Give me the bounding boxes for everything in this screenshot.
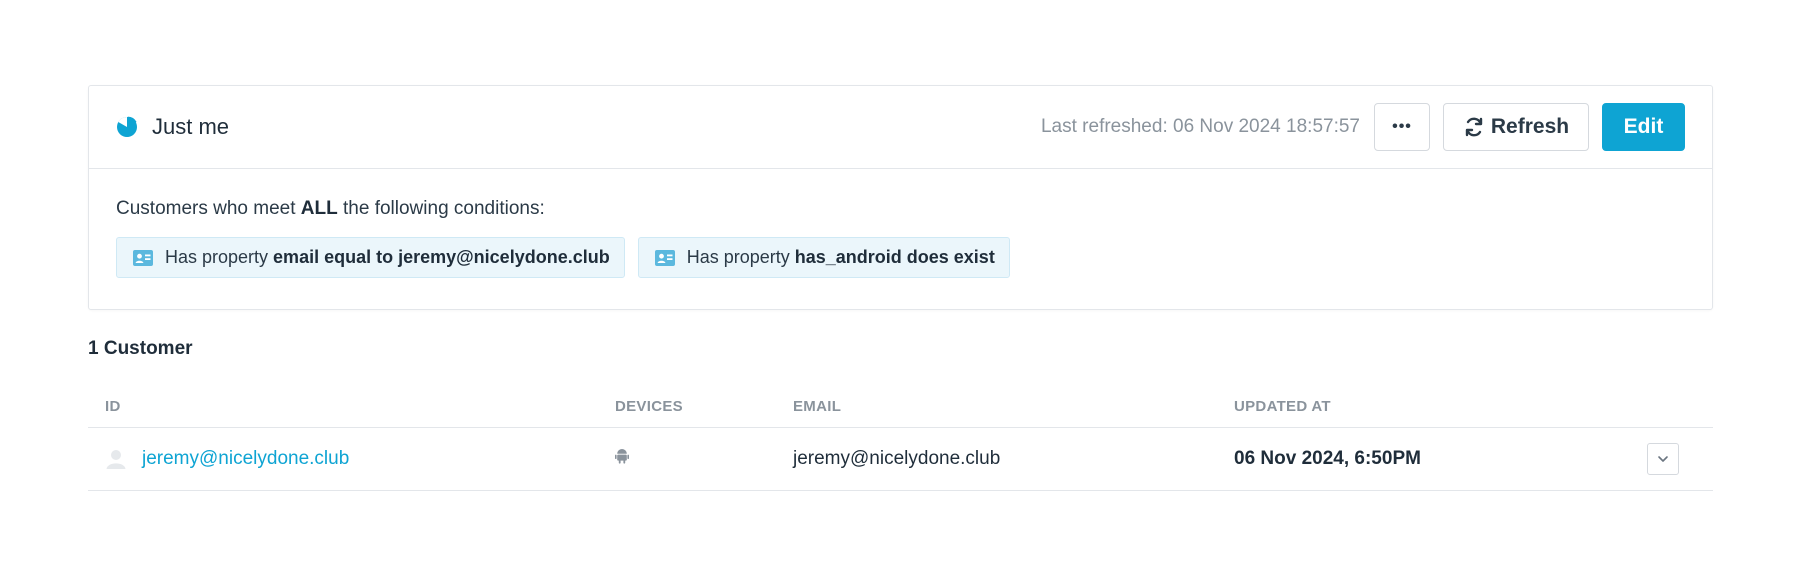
customer-count: 1 Customer bbox=[88, 338, 193, 359]
column-header-email: EMAIL bbox=[793, 398, 842, 415]
customer-email: jeremy@nicelydone.club bbox=[793, 448, 1001, 469]
refresh-icon bbox=[1463, 116, 1485, 138]
column-header-id: ID bbox=[105, 398, 121, 415]
row-expand-button[interactable] bbox=[1647, 443, 1679, 475]
table-header: ID DEVICES EMAIL UPDATED AT bbox=[88, 386, 1713, 428]
segment-title: Just me bbox=[152, 114, 230, 139]
customers-table: ID DEVICES EMAIL UPDATED AT jeremy@nicel… bbox=[88, 386, 1713, 491]
contact-card-icon bbox=[654, 249, 675, 266]
segment-header: Just me Last refreshed: 06 Nov 2024 18:5… bbox=[89, 86, 1712, 169]
conditions-intro: Customers who meet ALL the following con… bbox=[116, 198, 545, 219]
android-icon bbox=[615, 448, 629, 464]
refresh-label: Refresh bbox=[1490, 115, 1570, 138]
last-refreshed-text: Last refreshed: 06 Nov 2024 18:57:57 bbox=[1040, 116, 1360, 137]
table-row: jeremy@nicelydone.club jeremy@nicelydone… bbox=[88, 428, 1713, 491]
condition-chip: Has property email equal to jeremy@nicel… bbox=[116, 237, 625, 278]
chevron-down-icon bbox=[1657, 455, 1669, 463]
segment-card: Just me Last refreshed: 06 Nov 2024 18:5… bbox=[88, 85, 1713, 310]
column-header-devices: DEVICES bbox=[615, 398, 683, 415]
user-avatar-icon bbox=[105, 448, 127, 470]
refresh-button[interactable]: Refresh bbox=[1443, 103, 1589, 151]
segment-page: Just me Last refreshed: 06 Nov 2024 18:5… bbox=[88, 85, 1713, 491]
condition-chip: Has property has_android does exist bbox=[637, 237, 1010, 278]
customer-id-link[interactable]: jeremy@nicelydone.club bbox=[142, 448, 349, 470]
condition-chips: Has property email equal to jeremy@nicel… bbox=[116, 237, 1685, 278]
contact-card-icon bbox=[133, 249, 153, 266]
pie-chart-icon bbox=[116, 116, 138, 138]
more-options-button[interactable]: ••• bbox=[1374, 103, 1430, 151]
edit-button[interactable]: Edit bbox=[1602, 103, 1685, 151]
conditions-section: Customers who meet ALL the following con… bbox=[89, 169, 1712, 309]
customer-updated-at: 06 Nov 2024, 6:50PM bbox=[1234, 448, 1421, 469]
more-dots-icon: ••• bbox=[1392, 118, 1412, 135]
column-header-updated-at: UPDATED AT bbox=[1234, 398, 1331, 415]
